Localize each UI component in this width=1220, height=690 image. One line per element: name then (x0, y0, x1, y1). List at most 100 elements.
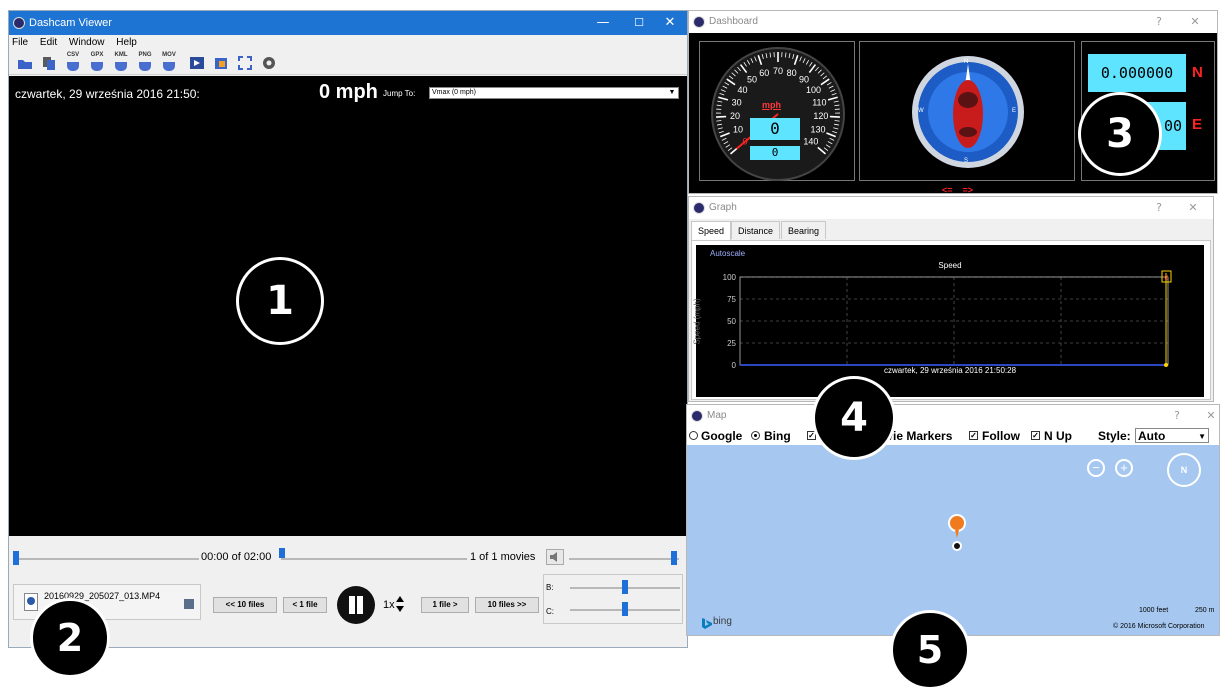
tab-bearing[interactable]: Bearing (781, 221, 826, 239)
direction-arrows: <= => (942, 185, 973, 195)
main-window: Dashcam Viewer — ☐ ✕ File Edit Window He… (8, 10, 688, 648)
menu-file[interactable]: File (12, 37, 28, 48)
close-button[interactable]: ✕ (652, 11, 688, 35)
timeline-track-left[interactable] (13, 558, 199, 560)
speedometer-tick-label: 100 (806, 85, 821, 95)
video-area[interactable]: czwartek, 29 września 2016 21:50: 0 mph … (9, 76, 687, 536)
app-icon (693, 202, 705, 214)
pause-icon[interactable] (337, 586, 375, 624)
close-button[interactable]: ✕ (1199, 405, 1220, 427)
video-file-icon (24, 593, 38, 611)
graph-titlebar: Graph ? ✕ (689, 197, 1213, 219)
north-up-label: N Up (1044, 427, 1072, 445)
scale-meters: 250 m (1195, 607, 1214, 614)
longitude-direction: E (1192, 116, 1202, 133)
video-date: czwartek, 29 września 2016 21:50: (15, 87, 200, 101)
close-button[interactable]: ✕ (1183, 11, 1207, 33)
csv-export-icon[interactable]: CSV (65, 55, 81, 71)
gpx-export-icon[interactable]: GPX (89, 55, 105, 71)
help-button[interactable]: ? (1165, 405, 1189, 427)
png-export-icon[interactable]: PNG (137, 55, 153, 71)
contrast-thumb[interactable] (622, 602, 628, 616)
app-icon (693, 16, 705, 28)
mov-export-icon[interactable]: MOV (161, 55, 177, 71)
back-10-files-button[interactable]: << 10 files (213, 597, 277, 613)
scale-feet: 1000 feet (1139, 607, 1168, 614)
speedometer-tick-label: 40 (737, 85, 747, 95)
style-select[interactable]: Auto ▼ (1135, 428, 1209, 443)
north-up-checkbox[interactable]: ✓ (1031, 431, 1040, 440)
google-radio[interactable] (689, 431, 698, 440)
timeline-thumb[interactable] (13, 551, 19, 565)
brightness-thumb[interactable] (622, 580, 628, 594)
kml-export-icon[interactable]: KML (113, 55, 129, 71)
callout-5: 5 (890, 610, 970, 690)
volume-thumb[interactable] (671, 551, 677, 565)
map-options-row: Google Bing ✓ ovie Markers ✓ Follow ✓ N … (687, 427, 1219, 445)
menu-help[interactable]: Help (116, 37, 137, 48)
cursor-value: 0 (1165, 275, 1169, 282)
app-icon (13, 17, 25, 29)
film-icon[interactable] (189, 55, 205, 71)
save-icon[interactable] (184, 599, 194, 609)
open-folder-icon[interactable] (17, 55, 33, 71)
file-position-thumb[interactable] (279, 548, 285, 558)
jump-to-label: Jump To: (383, 89, 415, 98)
help-button[interactable]: ? (1147, 197, 1171, 219)
speed-chart: Autoscale Speed Speed (mph) 02550751000 … (696, 245, 1204, 397)
speedometer-gauge: 0102030405060708090100110120130140 (700, 42, 856, 182)
time-display: 00:00 of 02:00 (201, 551, 271, 563)
speedometer-tick-label: 20 (730, 111, 740, 121)
toolbar: CSV GPX KML PNG MOV (9, 51, 687, 75)
y-tick-label: 100 (723, 273, 737, 282)
zoom-in-button[interactable]: + (1115, 459, 1133, 477)
playback-rate: 1x (383, 599, 395, 611)
speed-unit: mph (762, 100, 781, 110)
compass-east: E (1012, 108, 1016, 114)
speedometer-tick-label: 10 (733, 125, 743, 135)
minimize-button[interactable]: — (585, 11, 621, 35)
follow-checkbox[interactable]: ✓ (969, 431, 978, 440)
google-label: Google (701, 427, 742, 445)
volume-track[interactable] (569, 558, 679, 560)
rate-stepper[interactable] (395, 594, 405, 614)
gear-icon[interactable] (261, 55, 277, 71)
close-button[interactable]: ✕ (1181, 197, 1205, 219)
menu-edit[interactable]: Edit (40, 37, 57, 48)
latitude-lcd: 0.000000 (1088, 54, 1186, 92)
callout-4: 4 (812, 376, 896, 460)
chevron-down-icon[interactable]: ▼ (667, 88, 677, 98)
speedometer-tick-label: 120 (813, 111, 828, 121)
callout-2: 2 (30, 598, 110, 678)
video-speed: 0 mph (319, 81, 378, 104)
x-axis-label: czwartek, 29 września 2016 21:50:28 (696, 366, 1204, 375)
help-button[interactable]: ? (1147, 11, 1171, 33)
forward-1-file-button[interactable]: 1 file > (421, 597, 469, 613)
lock-icon[interactable] (213, 55, 229, 71)
compass-north: N (964, 59, 968, 65)
graph-window: Graph ? ✕ Speed Distance Bearing Autosca… (688, 196, 1214, 402)
speaker-icon[interactable] (546, 549, 564, 565)
forward-10-files-button[interactable]: 10 files >> (475, 597, 539, 613)
tab-speed[interactable]: Speed (691, 221, 731, 240)
timeline-track-right[interactable] (281, 558, 467, 560)
map-compass-icon[interactable]: N (1167, 453, 1201, 487)
speedometer-tick-label: 70 (773, 66, 783, 76)
y-tick-label: 50 (727, 317, 736, 326)
speedometer-tick-label: 130 (811, 125, 826, 135)
bing-radio[interactable] (751, 431, 760, 440)
graph-tab-page: Autoscale Speed Speed (mph) 02550751000 … (691, 240, 1211, 400)
bing-logo-icon (701, 617, 713, 629)
menu-window[interactable]: Window (69, 37, 105, 48)
back-1-file-button[interactable]: < 1 file (283, 597, 327, 613)
main-window-title: Dashcam Viewer (29, 17, 112, 29)
zoom-out-button[interactable]: − (1087, 459, 1105, 477)
chevron-down-icon[interactable]: ▼ (1198, 428, 1206, 446)
fullscreen-icon[interactable] (237, 55, 253, 71)
location-pin-icon[interactable] (947, 513, 967, 553)
files-icon[interactable] (41, 55, 57, 71)
compass-south: S (964, 158, 968, 164)
tab-distance[interactable]: Distance (731, 221, 780, 239)
map-title: Map (707, 410, 726, 421)
jump-to-select[interactable]: Vmax (0 mph) ▼ (429, 87, 679, 99)
